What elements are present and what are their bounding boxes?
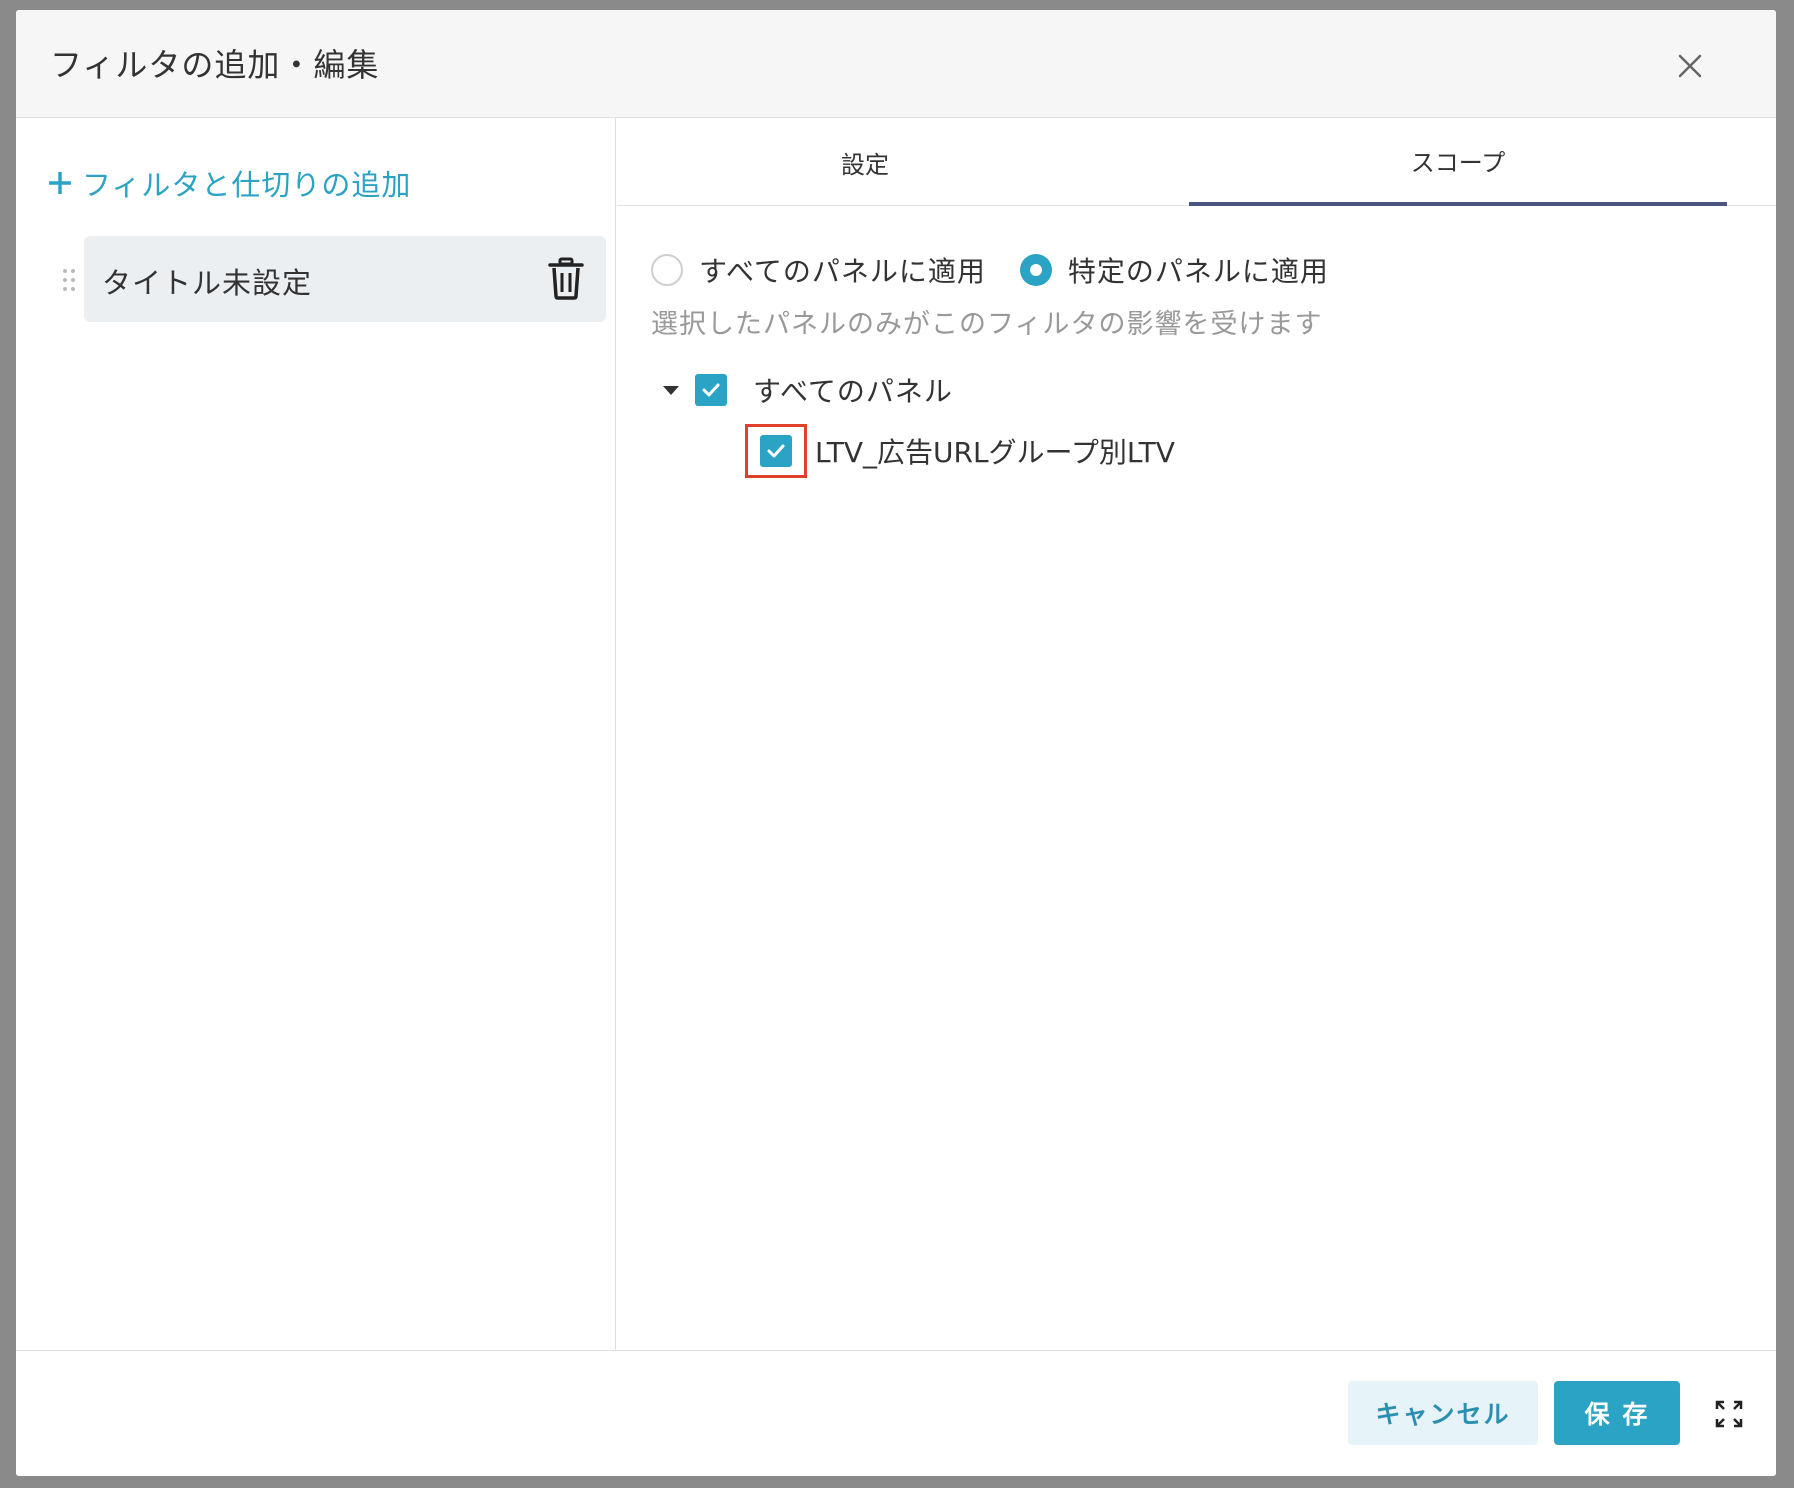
- caret-down-icon[interactable]: [663, 385, 679, 395]
- check-icon: [767, 444, 785, 458]
- plus-icon: [49, 172, 71, 194]
- dialog-footer: キャンセル 保 存: [16, 1350, 1776, 1476]
- scope-radio-group: すべてのパネルに適用 特定のパネルに適用: [651, 250, 1363, 290]
- filter-dialog: フィルタの追加・編集 フィルタと仕切りの追加 タイトル未設定 設定 スコープ す…: [16, 10, 1776, 1476]
- drag-handle-icon[interactable]: [62, 268, 76, 292]
- scope-description: 選択したパネルのみがこのフィルタの影響を受けます: [651, 309, 1323, 340]
- cancel-button[interactable]: キャンセル: [1348, 1381, 1538, 1445]
- trash-icon[interactable]: [546, 256, 586, 300]
- save-button[interactable]: 保 存: [1554, 1381, 1680, 1445]
- expand-icon[interactable]: [1714, 1399, 1744, 1429]
- tab-bar: 設定 スコープ: [617, 118, 1776, 206]
- filter-detail-pane: 設定 スコープ すべてのパネルに適用 特定のパネルに適用 選択したパネルのみがこ…: [617, 118, 1776, 1350]
- check-icon: [702, 383, 720, 397]
- dialog-header: フィルタの追加・編集: [16, 10, 1776, 118]
- tab-settings[interactable]: 設定: [617, 118, 1113, 206]
- filter-list-item[interactable]: タイトル未設定: [84, 236, 606, 322]
- tree-node-label: LTV_広告URLグループ別LTV: [815, 436, 1175, 469]
- add-filter-label: フィルタと仕切りの追加: [82, 168, 412, 202]
- radio-all-panels-label[interactable]: すべてのパネルに適用: [699, 250, 986, 290]
- checkbox-all-panels[interactable]: [695, 374, 727, 406]
- tree-node-all-panels: すべてのパネル: [663, 370, 953, 410]
- radio-all-panels[interactable]: [651, 254, 683, 286]
- add-filter-button[interactable]: フィルタと仕切りの追加: [46, 162, 411, 204]
- checkbox-panel[interactable]: [760, 435, 792, 467]
- highlight-box: [745, 424, 807, 478]
- close-icon[interactable]: [1670, 46, 1710, 86]
- filter-item-label: タイトル未設定: [102, 266, 313, 300]
- dialog-title: フィルタの追加・編集: [50, 46, 380, 84]
- tree-node-panel: LTV_広告URLグループ別LTV: [745, 424, 1175, 478]
- radio-specific-panels[interactable]: [1019, 254, 1052, 286]
- filter-list-pane: フィルタと仕切りの追加 タイトル未設定: [16, 118, 616, 1350]
- radio-specific-panels-label[interactable]: 特定のパネルに適用: [1068, 250, 1329, 290]
- tree-node-label: すべてのパネル: [753, 375, 953, 408]
- tab-scope[interactable]: スコープ: [1189, 118, 1727, 206]
